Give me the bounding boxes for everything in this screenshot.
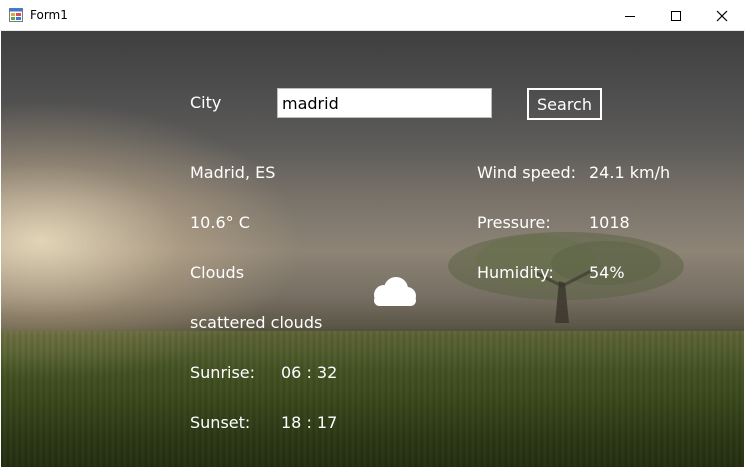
pressure-label: Pressure: xyxy=(477,213,551,232)
wind-speed-value: 24.1 km/h xyxy=(589,163,671,182)
sunrise-value: 06 : 32 xyxy=(281,363,338,382)
form-client-area: City Search Madrid, ES 10.6° C Clouds sc… xyxy=(1,31,744,467)
temperature-label: 10.6° C xyxy=(190,213,250,232)
location-label: Madrid, ES xyxy=(190,163,276,182)
pressure-value: 1018 xyxy=(589,213,630,232)
sunrise-label: Sunrise: xyxy=(190,363,256,382)
close-icon xyxy=(716,10,728,21)
weather-main-label: Clouds xyxy=(190,263,245,282)
maximize-button[interactable] xyxy=(653,0,699,31)
city-search-input[interactable] xyxy=(277,88,492,118)
background-grass xyxy=(1,331,744,467)
cloud-icon xyxy=(374,277,416,306)
close-button[interactable] xyxy=(699,0,745,31)
weather-description-label: scattered clouds xyxy=(190,313,323,332)
window-title: Form1 xyxy=(30,8,68,22)
humidity-label: Humidity: xyxy=(477,263,554,282)
app-form-icon xyxy=(9,8,23,22)
wind-speed-label: Wind speed: xyxy=(477,163,577,182)
city-label: City xyxy=(190,93,222,112)
humidity-value: 54% xyxy=(589,263,625,282)
sunset-value: 18 : 17 xyxy=(281,413,338,432)
sunset-label: Sunset: xyxy=(190,413,251,432)
search-button[interactable]: Search xyxy=(527,88,602,120)
minimize-button[interactable] xyxy=(607,0,653,31)
window-titlebar[interactable]: Form1 xyxy=(0,0,745,31)
minimize-icon xyxy=(625,15,635,17)
maximize-icon xyxy=(671,10,681,21)
